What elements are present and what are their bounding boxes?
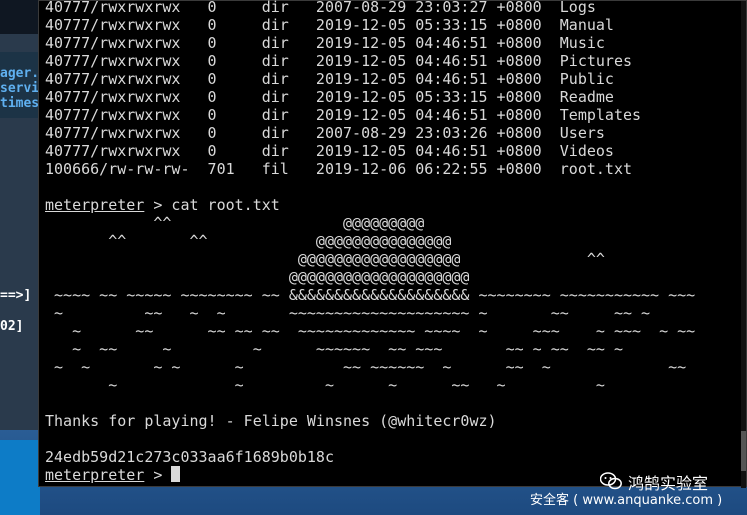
terminal-line: ~ ~ ~ ~ ~~ ~ ~	[45, 376, 605, 394]
prompt-command: > cat root.txt	[144, 196, 280, 214]
terminal-line: 40777/rwxrwxrwx 0 dir 2019-12-05 04:46:5…	[45, 142, 614, 160]
terminal-prompt-line: meterpreter >	[45, 466, 695, 484]
terminal-line: 40777/rwxrwxrwx 0 dir 2019-12-05 05:33:1…	[45, 88, 614, 106]
terminal-line: @@@@@@@@@@@@@@@@@@ ^^	[45, 250, 605, 268]
terminal-line: 24edb59d21c273c033aa6f1689b0b18c	[45, 448, 334, 466]
scrollbar-thumb[interactable]	[741, 431, 746, 471]
terminal-line: ^^ ^^ @@@@@@@@@@@@@@@	[45, 232, 452, 250]
terminal-prompt-line: meterpreter > cat root.txt	[45, 196, 695, 214]
terminal-line: Thanks for playing! - Felipe Winsnes (@w…	[45, 412, 497, 430]
terminal-line: 40777/rwxrwxrwx 0 dir 2007-08-29 23:03:2…	[45, 0, 596, 16]
background-text-line: times	[0, 96, 40, 111]
terminal-line: 40777/rwxrwxrwx 0 dir 2019-12-05 04:46:5…	[45, 52, 632, 70]
prompt-command: >	[144, 466, 172, 484]
terminal-line: ~ ~~ ~ ~ ~~~~~~ ~~ ~~~ ~~ ~ ~~ ~~ ~	[45, 340, 623, 358]
terminal-scrollbar[interactable]	[741, 1, 746, 488]
terminal-output: 40777/rwxrwxrwx 0 dir 2007-08-29 23:03:2…	[45, 0, 695, 484]
terminal-window[interactable]: 40777/rwxrwxrwx 0 dir 2007-08-29 23:03:2…	[38, 0, 747, 488]
terminal-line: 40777/rwxrwxrwx 0 dir 2019-12-05 04:46:5…	[45, 70, 614, 88]
terminal-line: 40777/rwxrwxrwx 0 dir 2019-12-05 04:46:5…	[45, 106, 642, 124]
terminal-cursor[interactable]	[171, 466, 181, 482]
terminal-line: 100666/rw-rw-rw- 701 fil 2019-12-06 06:2…	[45, 160, 632, 178]
prompt-keyword: meterpreter	[45, 466, 145, 484]
background-progress-text: ==>]	[0, 288, 32, 303]
prompt-keyword: meterpreter	[45, 196, 145, 214]
desktop-panel-strip	[0, 440, 40, 515]
terminal-line: 40777/rwxrwxrwx 0 dir 2019-12-05 05:33:1…	[45, 16, 614, 34]
terminal-line: @@@@@@@@@@@@@@@@@@@@	[45, 268, 470, 286]
watermark-subtitle: 安全客 ( www.anquanke.com )	[530, 493, 723, 508]
wechat-icon	[600, 472, 622, 490]
terminal-line: ~ ~ ~ ~ ~ ~~ ~~~~~~ ~ ~~ ~ ~~	[45, 358, 687, 376]
terminal-line: ~~~~ ~~ ~~~~~ ~~~~~~~~ ~~ &&&&&&&&&&&&&&…	[45, 286, 696, 304]
background-number-text: 02]	[0, 319, 24, 334]
terminal-line: 40777/rwxrwxrwx 0 dir 2007-08-29 23:03:2…	[45, 124, 605, 142]
terminal-line: ~ ~~ ~ ~ ~~~~~~~~~~~~~~~~~~~~ ~ ~~ ~~ ~	[45, 304, 651, 322]
terminal-line: 40777/rwxrwxrwx 0 dir 2019-12-05 04:46:5…	[45, 34, 605, 52]
terminal-line: ~ ~~ ~~ ~~ ~~ ~~~~~~~~~~~~~ ~~~~ ~ ~~~ ~…	[45, 322, 696, 340]
terminal-line: ^^ @@@@@@@@@	[45, 214, 425, 232]
